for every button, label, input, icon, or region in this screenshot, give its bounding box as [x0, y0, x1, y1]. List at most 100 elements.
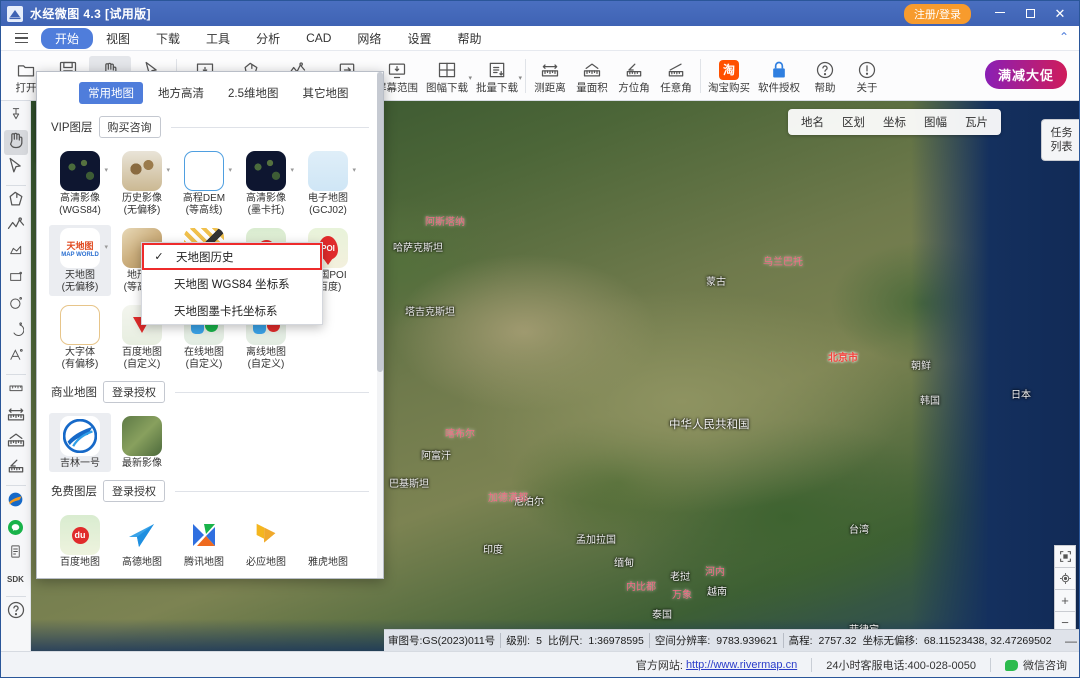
context-menu-item-label: 天地图历史 — [176, 251, 234, 264]
promo-banner[interactable]: 满减大促 — [984, 60, 1067, 89]
layer-tile-高清影像[interactable]: ▾ 高清影像 (WGS84) — [49, 148, 111, 219]
panel-section-action-button[interactable]: 登录授权 — [103, 480, 165, 502]
rail-button-area[interactable] — [4, 241, 28, 266]
rail-button-text[interactable] — [4, 345, 28, 370]
chevron-down-icon[interactable]: ▾ — [290, 166, 294, 174]
rail-button-rectangle[interactable] — [4, 267, 28, 292]
minimize-button[interactable] — [985, 2, 1015, 26]
wechat-icon — [8, 520, 23, 535]
zoom-in-icon[interactable]: + — [1054, 589, 1076, 611]
panel-section-action-button[interactable]: 购买咨询 — [98, 116, 161, 138]
menu-item-settings[interactable]: 设置 — [394, 28, 444, 49]
menu-item-start[interactable]: 开始 — [41, 27, 94, 49]
ribbon-button-info[interactable]: 关于 — [846, 56, 888, 95]
layer-tile-百度地图[interactable]: du 百度地图 — [49, 512, 111, 571]
chevron-down-icon[interactable]: ▾ — [518, 74, 522, 82]
chevron-down-icon[interactable]: ▾ — [166, 166, 170, 174]
context-menu-item-2[interactable]: 天地图墨卡托坐标系 — [142, 297, 322, 324]
panel-scrollbar[interactable] — [377, 72, 383, 578]
chevron-down-icon[interactable]: ▾ — [104, 166, 108, 174]
map-overlay-2[interactable]: 坐标 — [874, 112, 915, 132]
collapse-ribbon-icon[interactable]: ⌃ — [1059, 30, 1069, 44]
rail-button-polyline[interactable] — [4, 215, 28, 240]
close-button[interactable]: ✕ — [1045, 2, 1075, 26]
checkmark-icon: ✓ — [154, 251, 164, 263]
menu-item-view[interactable]: 视图 — [93, 28, 143, 49]
layer-tile-高程DEM[interactable]: D ▾ 高程DEM (等高线) — [173, 148, 235, 219]
map-overlay-1[interactable]: 区划 — [833, 112, 874, 132]
rail-button-circle[interactable] — [4, 293, 28, 318]
panel-tab-1[interactable]: 地方高清 — [149, 82, 213, 104]
layer-subtitle: (自定义) — [247, 359, 285, 370]
context-menu-item-0[interactable]: ✓ 天地图历史 — [142, 243, 322, 270]
panel-tab-3[interactable]: 其它地图 — [294, 82, 358, 104]
login-register-button[interactable]: 注册/登录 — [903, 3, 971, 24]
wechat-consult-label[interactable]: 微信咨询 — [1023, 657, 1067, 673]
ribbon-button-azimuth[interactable]: 方位角 — [613, 56, 655, 95]
panel-section-action-button[interactable]: 登录授权 — [103, 381, 165, 403]
ribbon-button-any-angle[interactable]: 任意角 — [655, 56, 697, 95]
rail-button-wechat[interactable] — [4, 515, 28, 540]
fit-extent-icon[interactable] — [1054, 545, 1076, 567]
layer-tile-最新影像[interactable]: 最新影像 — [111, 413, 173, 472]
layer-tile-电子地图[interactable]: ▾ 电子地图 (GCJ02) — [297, 148, 359, 219]
ribbon-button-sheet-download[interactable]: 图幅下载 ▾ — [422, 56, 472, 95]
tencent-map-logo-icon — [193, 524, 215, 546]
rail-button-polygon[interactable] — [4, 189, 28, 214]
layer-tile-高清影像[interactable]: ▾ 高清影像 (墨卡托) — [235, 148, 297, 219]
panel-tab-2[interactable]: 2.5维地图 — [219, 82, 288, 104]
layer-name: 雅虎地图 — [308, 557, 348, 568]
menu-item-tools[interactable]: 工具 — [193, 28, 243, 49]
hamburger-menu-icon[interactable] — [9, 29, 33, 47]
rail-button-doc[interactable] — [4, 541, 28, 566]
menu-item-analysis[interactable]: 分析 — [243, 28, 293, 49]
ribbon-button-batch-download[interactable]: 批量下载 ▾ — [472, 56, 522, 95]
map-overlay-0[interactable]: 地名 — [792, 112, 833, 132]
chevron-down-icon[interactable]: ▾ — [352, 166, 356, 174]
ribbon-button-measure-area[interactable]: 量面积 — [571, 56, 613, 95]
chevron-down-icon[interactable]: ▾ — [228, 166, 232, 174]
layer-tile-天地图[interactable]: 天地图 MAP WORLD ▾ 天地图 (无偏移) — [49, 225, 111, 296]
lock-icon — [766, 58, 792, 81]
official-site-link[interactable]: http://www.rivermap.cn — [686, 659, 797, 671]
menu-item-download[interactable]: 下载 — [143, 28, 193, 49]
ribbon-button-taobao[interactable]: 淘淘宝购买 — [704, 56, 754, 95]
rail-button-logo[interactable] — [4, 489, 28, 514]
layer-name: 电子地图 — [308, 193, 348, 204]
statusbar-collapse-button[interactable]: — — [1061, 634, 1079, 648]
rail-button-cursor[interactable] — [4, 156, 28, 181]
rectangle-icon — [8, 269, 24, 290]
map-overlay-3[interactable]: 图幅 — [915, 112, 956, 132]
ribbon-button-question[interactable]: 帮助 — [804, 56, 846, 95]
rail-button-pin[interactable] — [4, 104, 28, 129]
maximize-button[interactable] — [1015, 2, 1045, 26]
rail-button-sdk[interactable]: SDK — [4, 567, 28, 592]
ribbon-button-lock[interactable]: 软件授权 — [754, 56, 804, 95]
menu-item-help[interactable]: 帮助 — [444, 28, 494, 49]
ribbon-button-measure-distance[interactable]: 测距离 — [529, 56, 571, 95]
layer-tile-高德地图[interactable]: 高德地图 — [111, 512, 173, 571]
locate-icon[interactable] — [1054, 567, 1076, 589]
ribbon-button-label: 批量下载 — [476, 82, 518, 94]
layer-tile-大字体[interactable]: A 大字体 (有偏移) — [49, 302, 111, 373]
rail-button-azimuth[interactable] — [4, 456, 28, 481]
rail-button-measure-area[interactable] — [4, 430, 28, 455]
rail-button-arc[interactable] — [4, 319, 28, 344]
task-list-button[interactable]: 任务列表 — [1041, 119, 1079, 161]
rail-button-hand[interactable] — [3, 130, 28, 155]
layer-tile-雅虎地图[interactable]: YAHOO! 雅虎地图 — [297, 512, 359, 571]
layer-tile-吉林一号[interactable]: 吉林一号 — [49, 413, 111, 472]
layer-tile-历史影像[interactable]: ▾ 历史影像 (无偏移) — [111, 148, 173, 219]
context-menu-item-1[interactable]: 天地图 WGS84 坐标系 — [142, 270, 322, 297]
menu-item-cad[interactable]: CAD — [293, 29, 344, 47]
layer-tile-必应地图[interactable]: 必应地图 — [235, 512, 297, 571]
panel-tab-0[interactable]: 常用地图 — [79, 82, 143, 104]
rail-button-measure-distance[interactable] — [4, 404, 28, 429]
menu-item-network[interactable]: 网络 — [344, 28, 394, 49]
chevron-down-icon[interactable]: ▾ — [104, 243, 108, 251]
rail-button-ruler[interactable] — [4, 378, 28, 403]
panel-scrollbar-thumb[interactable] — [377, 72, 383, 372]
rail-button-question[interactable] — [4, 600, 28, 625]
map-overlay-4[interactable]: 瓦片 — [956, 112, 997, 132]
layer-tile-腾讯地图[interactable]: 腾讯地图 — [173, 512, 235, 571]
